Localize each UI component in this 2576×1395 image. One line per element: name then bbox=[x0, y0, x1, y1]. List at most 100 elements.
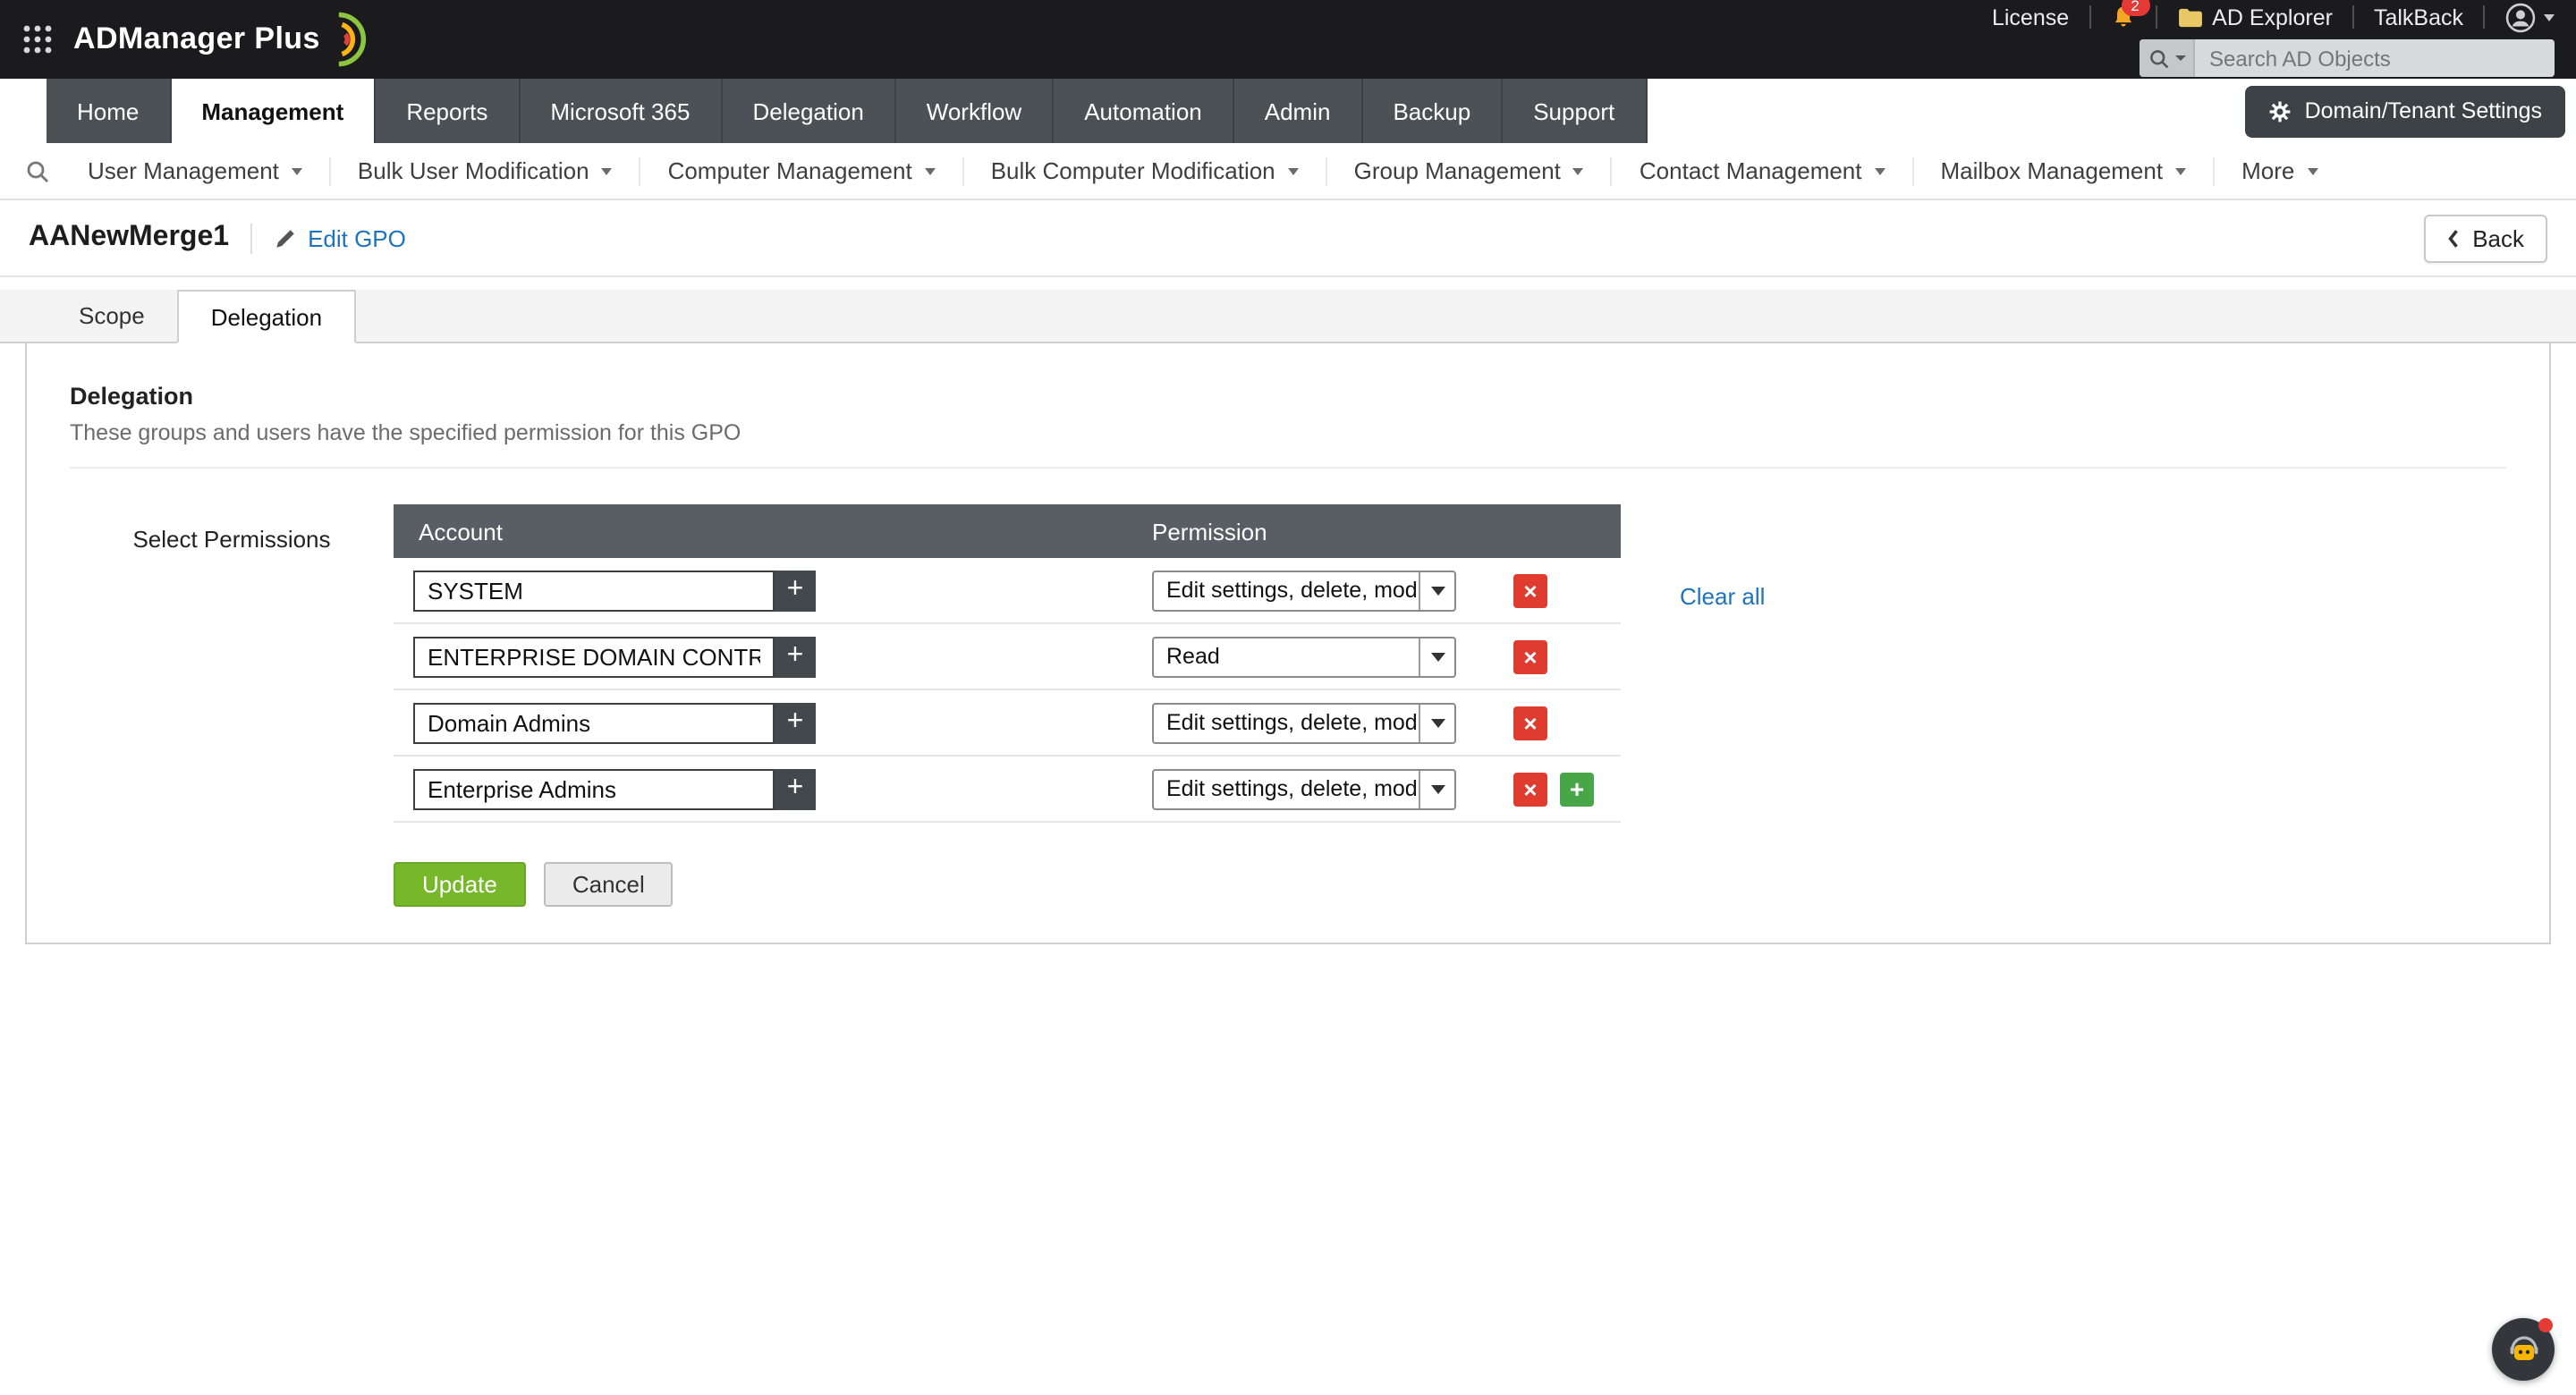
account-picker-button[interactable]: + bbox=[775, 570, 816, 611]
remove-row-button[interactable]: × bbox=[1513, 706, 1547, 740]
menu-bulk-computer-modification[interactable]: Bulk Computer Modification bbox=[964, 156, 1327, 185]
gear-icon bbox=[2269, 99, 2292, 123]
notifications-button[interactable]: 2 bbox=[2110, 4, 2135, 30]
tab-delegation[interactable]: Delegation bbox=[177, 290, 356, 343]
panel-subheading: These groups and users have the specifie… bbox=[70, 420, 2506, 445]
menu-contact-management[interactable]: Contact Management bbox=[1613, 156, 1914, 185]
account-input[interactable] bbox=[413, 702, 775, 743]
edit-gpo-label: Edit GPO bbox=[308, 224, 406, 251]
talkback-link[interactable]: TalkBack bbox=[2374, 4, 2463, 30]
nav-tab-admin[interactable]: Admin bbox=[1234, 79, 1363, 143]
chevron-down-icon bbox=[2544, 13, 2555, 21]
domain-tenant-settings-button[interactable]: Domain/Tenant Settings bbox=[2246, 85, 2565, 137]
account-picker-button[interactable]: + bbox=[775, 768, 816, 809]
add-row-button[interactable]: + bbox=[1560, 772, 1594, 806]
menu-label: Contact Management bbox=[1640, 157, 1862, 184]
account-cell: + bbox=[394, 702, 1152, 743]
nav-tab-microsoft-365[interactable]: Microsoft 365 bbox=[520, 79, 722, 143]
chevron-down-icon bbox=[2175, 167, 2186, 174]
delegation-panel: Delegation These groups and users have t… bbox=[25, 342, 2551, 944]
nav-tab-automation[interactable]: Automation bbox=[1054, 79, 1234, 143]
nav-tab-delegation[interactable]: Delegation bbox=[722, 79, 895, 143]
remove-row-button[interactable]: × bbox=[1513, 573, 1547, 607]
management-menubar: User Management Bulk User Modification C… bbox=[0, 143, 2576, 200]
ad-explorer-link[interactable]: AD Explorer bbox=[2176, 4, 2333, 30]
account-cell: + bbox=[394, 570, 1152, 611]
select-permissions-label: Select Permissions bbox=[70, 504, 394, 907]
menu-label: Bulk User Modification bbox=[358, 157, 589, 184]
chat-status-dot bbox=[2538, 1318, 2553, 1332]
ad-explorer-label: AD Explorer bbox=[2212, 4, 2333, 30]
divider bbox=[250, 223, 252, 253]
tab-scope[interactable]: Scope bbox=[47, 290, 177, 342]
permission-cell: Edit settings, delete, mod × + bbox=[1152, 768, 1594, 809]
permission-cell: Edit settings, delete, mod × bbox=[1152, 570, 1547, 611]
app-window: ADManager Plus License bbox=[0, 0, 2576, 1395]
menu-bulk-user-modification[interactable]: Bulk User Modification bbox=[331, 156, 641, 185]
table-row: + Edit settings, delete, mod × + bbox=[394, 757, 1621, 823]
nav-tab-support[interactable]: Support bbox=[1503, 79, 1647, 143]
user-menu[interactable] bbox=[2504, 1, 2555, 33]
nav-tab-home[interactable]: Home bbox=[47, 79, 171, 143]
select-caret bbox=[1419, 571, 1454, 609]
back-button[interactable]: Back bbox=[2424, 214, 2547, 262]
chevron-left-icon bbox=[2447, 228, 2460, 248]
account-input[interactable] bbox=[413, 768, 775, 809]
nav-tab-workflow[interactable]: Workflow bbox=[896, 79, 1054, 143]
divider bbox=[70, 467, 2506, 469]
nav-tabs: Home Management Reports Microsoft 365 De… bbox=[47, 79, 1647, 143]
remove-row-button[interactable]: × bbox=[1513, 639, 1547, 673]
topbar-links: License 2 bbox=[1992, 2, 2555, 32]
edit-gpo-link[interactable]: Edit GPO bbox=[274, 224, 406, 251]
menu-user-management[interactable]: User Management bbox=[61, 156, 331, 185]
chevron-down-icon bbox=[1430, 718, 1445, 727]
permission-value: Edit settings, delete, mod bbox=[1154, 578, 1419, 603]
clear-all-link[interactable]: Clear all bbox=[1680, 583, 1765, 610]
table-header: Account Permission bbox=[394, 504, 1621, 558]
app-grid-icon[interactable] bbox=[21, 23, 54, 55]
permissions-table: Account Permission + Edit settings, dele… bbox=[394, 504, 1621, 907]
divider bbox=[2155, 5, 2157, 29]
select-caret bbox=[1419, 638, 1454, 675]
chevron-down-icon bbox=[2307, 167, 2318, 174]
magnifier-icon bbox=[2148, 47, 2169, 69]
support-chatbot-button[interactable] bbox=[2492, 1318, 2555, 1381]
menu-more[interactable]: More bbox=[2215, 156, 2344, 185]
permission-select[interactable]: Edit settings, delete, mod bbox=[1152, 570, 1456, 611]
account-picker-button[interactable]: + bbox=[775, 636, 816, 677]
robot-icon bbox=[2505, 1332, 2541, 1367]
remove-row-button[interactable]: × bbox=[1513, 772, 1547, 806]
account-input[interactable] bbox=[413, 636, 775, 677]
menu-computer-management[interactable]: Computer Management bbox=[641, 156, 964, 185]
search-input[interactable] bbox=[2195, 46, 2555, 71]
permission-select[interactable]: Edit settings, delete, mod bbox=[1152, 702, 1456, 743]
chevron-down-icon bbox=[1875, 167, 1885, 174]
nav-tab-reports[interactable]: Reports bbox=[376, 79, 520, 143]
account-cell: + bbox=[394, 768, 1152, 809]
brand-swoosh-icon bbox=[327, 9, 367, 70]
table-row: + Edit settings, delete, mod × bbox=[394, 690, 1621, 757]
chevron-down-icon bbox=[1573, 167, 1584, 174]
menubar-search-icon[interactable] bbox=[14, 158, 61, 183]
permission-select[interactable]: Edit settings, delete, mod bbox=[1152, 768, 1456, 809]
gpo-tabstrip: Scope Delegation bbox=[0, 290, 2576, 343]
menu-label: More bbox=[2241, 157, 2294, 184]
nav-tab-backup[interactable]: Backup bbox=[1362, 79, 1503, 143]
chevron-down-icon bbox=[1430, 784, 1445, 793]
menu-mailbox-management[interactable]: Mailbox Management bbox=[1914, 156, 2216, 185]
search-scope-button[interactable] bbox=[2140, 39, 2195, 77]
update-button[interactable]: Update bbox=[394, 862, 526, 907]
cancel-button[interactable]: Cancel bbox=[544, 862, 674, 907]
table-row: + Read × bbox=[394, 624, 1621, 690]
license-link[interactable]: License bbox=[1992, 4, 2069, 30]
permission-value: Read bbox=[1154, 644, 1419, 669]
account-picker-button[interactable]: + bbox=[775, 702, 816, 743]
page-header: AANewMerge1 Edit GPO Back bbox=[0, 200, 2576, 275]
nav-tab-management[interactable]: Management bbox=[171, 79, 376, 143]
permission-select[interactable]: Read bbox=[1152, 636, 1456, 677]
account-input[interactable] bbox=[413, 570, 775, 611]
menu-group-management[interactable]: Group Management bbox=[1327, 156, 1613, 185]
chevron-down-icon bbox=[602, 167, 613, 174]
chevron-down-icon bbox=[292, 167, 302, 174]
page-title: AANewMerge1 bbox=[29, 222, 229, 254]
